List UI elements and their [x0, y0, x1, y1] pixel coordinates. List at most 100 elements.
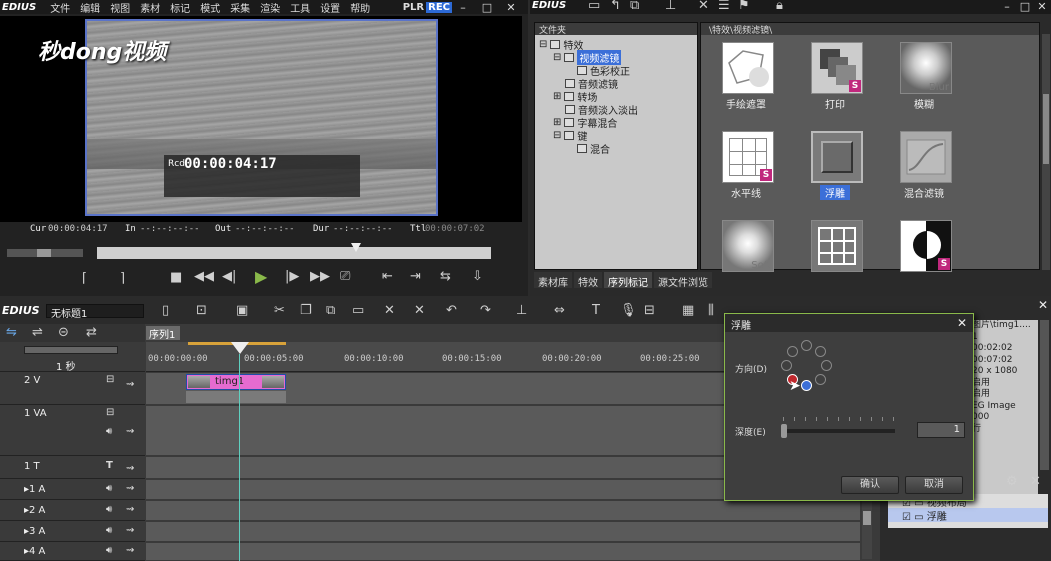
close-icon[interactable]: ✕: [504, 1, 518, 14]
zoom-slider[interactable]: [24, 346, 118, 354]
track-2a-audio-icon[interactable]: 🔊︎: [106, 504, 112, 515]
delete-icon[interactable]: ✕: [698, 0, 709, 13]
title-icon[interactable]: T: [592, 303, 600, 318]
up-folder-icon[interactable]: ↰: [610, 0, 621, 13]
new-icon[interactable]: ▯: [162, 303, 169, 318]
track-1t-mix-icon[interactable]: ⇝: [126, 463, 134, 474]
ripple-icon[interactable]: ✕: [384, 303, 395, 318]
folder-icon[interactable]: ▭: [588, 0, 600, 13]
info-settings-icon[interactable]: ⚙︎: [1006, 474, 1018, 489]
delete-clip-icon[interactable]: ✕: [414, 303, 425, 318]
three-point-icon[interactable]: ⇆: [440, 269, 451, 284]
redo-icon[interactable]: ↷: [480, 303, 491, 318]
menu-settings[interactable]: 设置: [320, 0, 340, 15]
menu-file[interactable]: 文件: [50, 0, 70, 15]
depth-slider[interactable]: [781, 424, 895, 438]
effects-scrollbar[interactable]: [1042, 34, 1050, 270]
menu-tools[interactable]: 工具: [290, 0, 310, 15]
tab-bin[interactable]: 素材库: [534, 272, 572, 289]
tab-effects[interactable]: 特效: [574, 272, 602, 289]
track-3a-lane[interactable]: [146, 522, 860, 542]
depth-input[interactable]: 1: [917, 422, 965, 438]
track-3a-header[interactable]: ▸3 A 🔊︎ ⇝: [0, 522, 145, 542]
sequence-tab[interactable]: 序列1: [146, 326, 180, 341]
track-2a-mix-icon[interactable]: ⇝: [126, 504, 134, 515]
track-snap-icon[interactable]: ⇄: [86, 325, 97, 340]
filter-item-emboss[interactable]: ☑ ▭ 浮雕: [888, 508, 1048, 523]
track-sync-icon[interactable]: ⇋: [6, 325, 17, 340]
track-2a-header[interactable]: ▸2 A 🔊︎ ⇝: [0, 501, 145, 521]
stop-icon[interactable]: ■: [170, 270, 182, 285]
save-icon[interactable]: ▣: [236, 303, 248, 318]
apply-icon[interactable]: ⊥: [665, 0, 676, 13]
playhead-marker[interactable]: [351, 243, 361, 252]
fx-blur[interactable]: Blur: [900, 42, 952, 94]
cut-icon[interactable]: ✂: [274, 303, 285, 318]
ok-button[interactable]: 确认: [841, 476, 899, 494]
safe-area-icon[interactable]: ▦: [682, 303, 694, 318]
menu-clip[interactable]: 素材: [140, 0, 160, 15]
tab-source-browser[interactable]: 源文件浏览: [654, 272, 712, 289]
filter-icon[interactable]: ⚑: [738, 0, 750, 13]
track-1t-header[interactable]: 1 T T ⇝: [0, 457, 145, 479]
tree-item-blend[interactable]: 混合: [577, 141, 610, 156]
track-4a-lane[interactable]: [146, 543, 860, 561]
timeline-clip[interactable]: timg1: [186, 374, 286, 390]
direction-n[interactable]: [801, 340, 812, 351]
track-2v-video-icon[interactable]: ⊟: [106, 374, 114, 385]
menu-help[interactable]: 帮助: [350, 0, 370, 15]
lock-icon[interactable]: 🔒︎: [776, 0, 783, 13]
paste-icon[interactable]: ⧉: [326, 303, 335, 318]
split-icon[interactable]: ⊥: [516, 303, 527, 318]
track-1a-mix-icon[interactable]: ⇝: [126, 483, 134, 494]
track-3a-mix-icon[interactable]: ⇝: [126, 525, 134, 536]
direction-e[interactable]: [821, 360, 832, 371]
fx-grid[interactable]: [811, 220, 863, 272]
effects-minimize-icon[interactable]: –: [1000, 0, 1014, 13]
track-1va-audio-icon[interactable]: 🔊︎: [106, 426, 112, 437]
effects-close-icon[interactable]: ✕: [1035, 0, 1049, 13]
position-scrubber[interactable]: [96, 246, 492, 260]
info-close-icon[interactable]: ✕: [1038, 298, 1048, 312]
track-link-icon[interactable]: ⇌: [32, 325, 43, 340]
cancel-button[interactable]: 取消: [905, 476, 963, 494]
track-1va-mix-icon[interactable]: ⇝: [126, 426, 134, 437]
shuttle-slider[interactable]: [6, 248, 84, 258]
timeline-cursor-head[interactable]: [231, 342, 249, 354]
maximize-icon[interactable]: □: [480, 1, 494, 14]
overwrite-icon[interactable]: ⇥: [410, 269, 421, 284]
step-back-icon[interactable]: ◀|: [222, 269, 236, 284]
menu-capture[interactable]: 采集: [230, 0, 250, 15]
export-icon[interactable]: ⇩: [472, 269, 483, 284]
info-delete-icon[interactable]: ✕: [1030, 474, 1041, 489]
ripple-trim-icon[interactable]: ⇔: [554, 303, 565, 318]
track-1t-title-icon[interactable]: T: [106, 460, 113, 471]
project-name-field[interactable]: 无标题1: [46, 304, 144, 320]
properties-icon[interactable]: ☰: [718, 0, 730, 13]
mark-in-icon[interactable]: ⌈: [82, 271, 87, 286]
track-4a-audio-icon[interactable]: 🔊︎: [106, 545, 112, 556]
menu-marker[interactable]: 标记: [170, 0, 190, 15]
rec-button[interactable]: REC: [426, 1, 452, 13]
menu-view[interactable]: 视图: [110, 0, 130, 15]
dialog-close-icon[interactable]: ✕: [957, 316, 967, 330]
tab-sequence-markers[interactable]: 序列标记: [604, 272, 652, 289]
open-icon[interactable]: ⊡: [196, 303, 207, 318]
mode-icon[interactable]: ▭: [352, 303, 364, 318]
fx-horizontal-lines[interactable]: S: [722, 131, 774, 183]
fx-blend-filter[interactable]: [900, 131, 952, 183]
fx-chroma-key[interactable]: S: [900, 220, 952, 272]
direction-s[interactable]: [801, 380, 812, 391]
track-1va-video-icon[interactable]: ⊟: [106, 407, 114, 418]
layout-icon[interactable]: ⧉: [630, 0, 639, 13]
fx-print[interactable]: S: [811, 42, 863, 94]
menu-edit[interactable]: 编辑: [80, 0, 100, 15]
track-1a-audio-icon[interactable]: 🔊︎: [106, 483, 112, 494]
sequence-marker-icon[interactable]: ⊟: [644, 303, 655, 318]
track-4a-header[interactable]: ▸4 A 🔊︎ ⇝: [0, 543, 145, 561]
play-icon[interactable]: ▶: [255, 267, 267, 286]
menu-render[interactable]: 渲染: [260, 0, 280, 15]
microphone-icon[interactable]: 🎙︎: [620, 303, 637, 318]
insert-icon[interactable]: ⇤: [382, 269, 393, 284]
copy-icon[interactable]: ❐: [300, 303, 312, 318]
